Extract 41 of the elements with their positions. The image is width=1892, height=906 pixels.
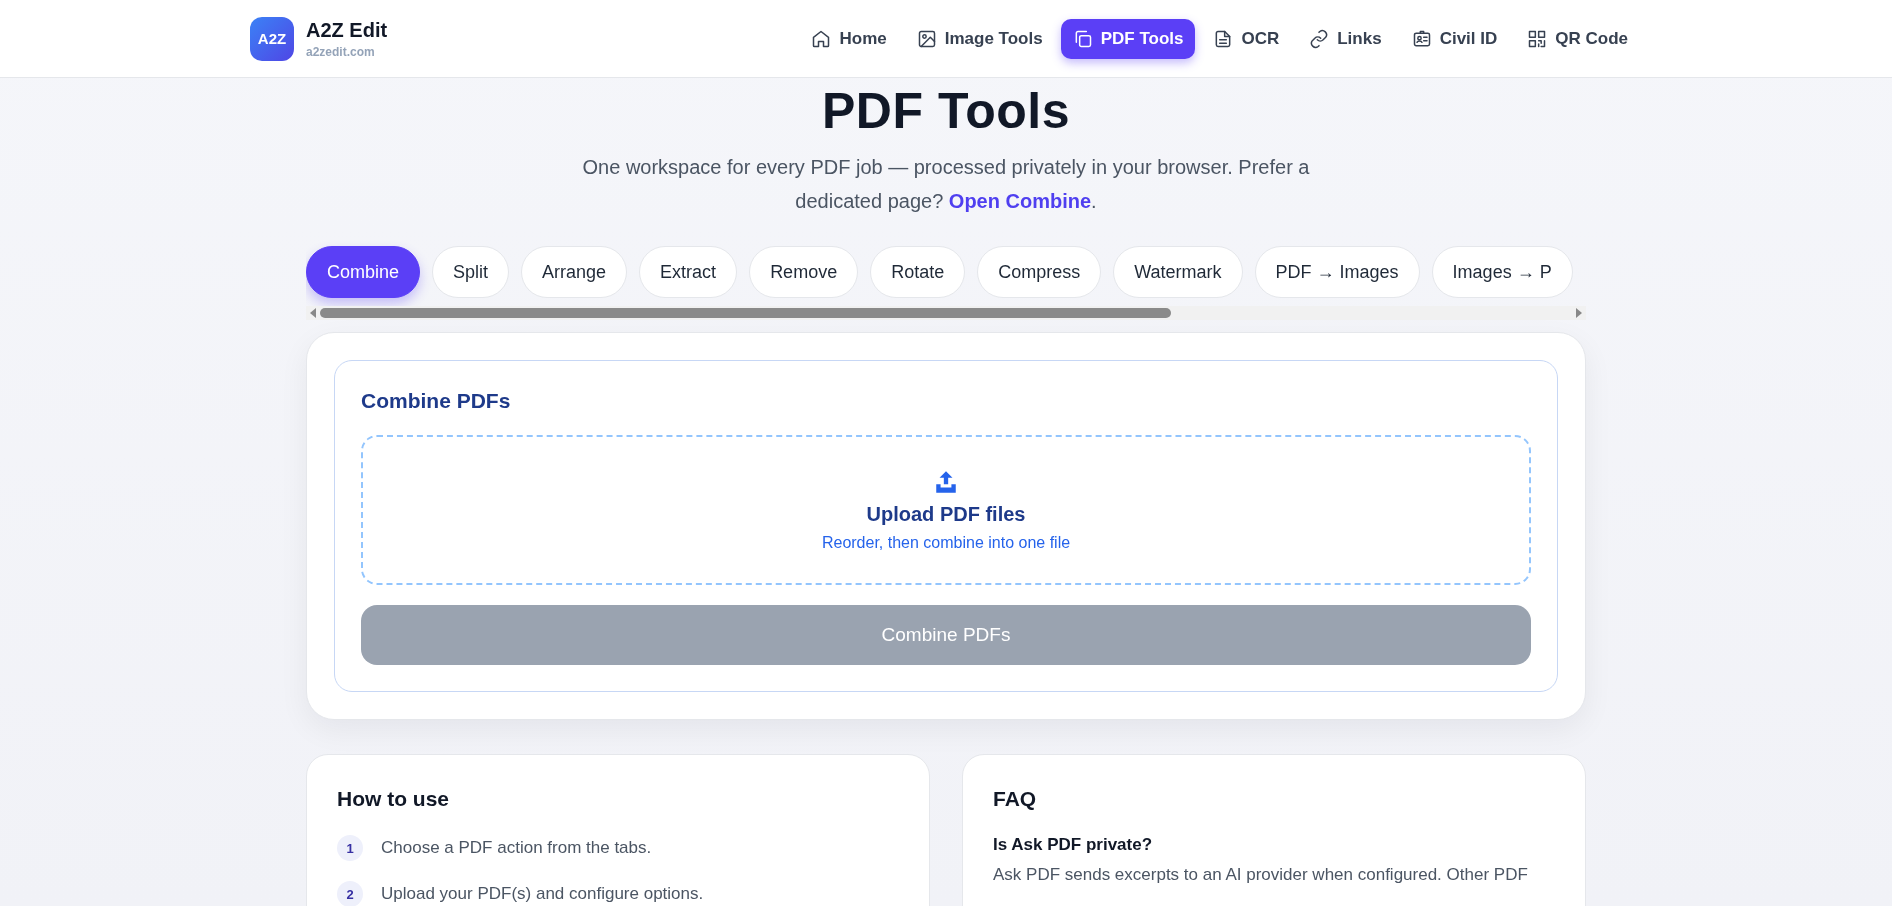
nav-link[interactable]: Links — [1297, 18, 1394, 59]
home-icon — [811, 28, 832, 49]
brand-domain: a2zedit.com — [306, 44, 376, 59]
nav-link[interactable]: QR Code — [1515, 18, 1640, 59]
nav-link[interactable]: Civil ID — [1399, 18, 1510, 59]
step-text: Upload your PDF(s) and configure options. — [381, 884, 704, 904]
tool-tab[interactable]: Split — [432, 246, 510, 298]
horizontal-scrollbar[interactable] — [306, 306, 1586, 320]
step-number: 2 — [337, 881, 363, 906]
tool-heading: Combine PDFs — [361, 389, 512, 413]
tool-tab[interactable]: PDF → Images — [1254, 246, 1420, 298]
open-combine-link[interactable]: Open Combine — [948, 190, 1092, 212]
tool-tab[interactable]: Images → P — [1431, 246, 1573, 298]
image-icon — [916, 28, 937, 49]
nav-link[interactable]: PDF Tools — [1060, 18, 1196, 59]
tool-tab[interactable]: Extract — [639, 246, 738, 298]
qr-code-icon — [1527, 28, 1548, 49]
link-icon — [1309, 28, 1330, 49]
upload-hint: Reorder, then combine into one file — [821, 533, 1071, 552]
tool-tab[interactable]: Rotate — [870, 246, 966, 298]
faq-question: Is Ask PDF private? — [993, 835, 1154, 855]
upload-title: Upload PDF files — [866, 502, 1026, 526]
logo-icon[interactable]: A2Z — [250, 16, 294, 61]
card-title: How to use — [337, 787, 450, 811]
page-subtitle: One workspace for every PDF job — processed privately in your browser. Prefer a dedicated page? Open Combine. — [581, 155, 1311, 214]
nav-link[interactable]: OCR — [1201, 18, 1292, 59]
faq-answer: Ask PDF sends excerpts to an AI provider when configured. Other PDF — [993, 865, 1529, 885]
tool-tab[interactable]: Watermark — [1113, 246, 1243, 298]
tool-tab[interactable]: Combine — [306, 246, 421, 298]
step-text: Choose a PDF action from the tabs. — [381, 838, 652, 858]
page-title: PDF Tools — [821, 82, 1071, 136]
tool-tab[interactable]: Remove — [749, 246, 859, 298]
nav-link[interactable]: Home — [799, 18, 899, 59]
tool-tab[interactable]: Compress — [977, 246, 1102, 298]
upload-dropzone[interactable]: Upload PDF files Reorder, then combine into one file — [361, 435, 1531, 585]
step-number: 1 — [337, 835, 363, 861]
nav-link[interactable]: Image Tools — [904, 18, 1055, 59]
brand-name: A2Z Edit — [306, 18, 388, 42]
card-title: FAQ — [993, 787, 1038, 811]
tool-tab[interactable]: Arrange — [521, 246, 628, 298]
id-card-icon — [1411, 28, 1432, 49]
